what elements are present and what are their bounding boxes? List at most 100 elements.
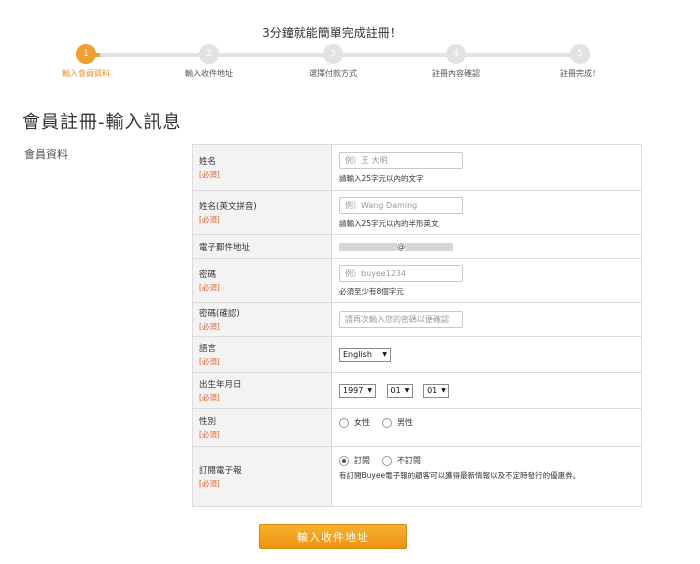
step-2: 2 輸入收件地址 [154,44,264,79]
required-mark: [必須] [199,393,220,402]
step-3: 3 選擇付款方式 [278,44,388,79]
email-label: 電子郵件地址 [199,242,251,253]
step-5-label: 註冊完成！ [560,69,600,78]
password-confirm-field-cell: 請再次輸入您的密碼以便確認 [331,302,642,337]
registration-form: 姓名 [必須] 例）王 大明 請輸入25字元以內的文字 姓名(英文拼音) [必須… [192,144,642,507]
gender-label-cell: 性別 [必須] [192,408,332,447]
password-label-cell: 密碼 [必須] [192,258,332,303]
name-label: 姓名 [199,157,217,167]
chevron-down-icon: ▼ [441,387,446,394]
next-step-button[interactable]: 輸入收件地址 [259,524,407,549]
required-mark: [必須] [199,170,220,179]
email-value: @ [339,242,634,251]
password-input[interactable]: 例）buyee1234 [339,264,463,282]
newsletter-field-cell: 訂閱 不訂閱 有訂閱Buyee電子報的顧客可以獲得最新情報以及不定時發行的優惠券… [331,446,642,507]
step-3-circle: 3 [323,44,343,64]
language-select[interactable]: English ▼ [339,347,391,362]
step-3-label: 選擇付款方式 [309,69,357,78]
steps-title: 3分鐘就能簡單完成註冊！ [262,26,402,40]
name-en-input[interactable]: 例）Wang Daming [339,196,463,214]
chevron-down-icon: ▼ [382,351,387,358]
language-select-value: English [343,350,372,359]
step-1-circle: 1 [76,44,96,64]
password-confirm-label-cell: 密碼(確認) [必須] [192,302,332,337]
language-label-cell: 語言 [必須] [192,336,332,373]
form-row-newsletter: 訂閱電子報 [必須] 訂閱 不訂閱 有訂閱Buyee電子報的顧客可以獲得最新情報… [192,446,642,507]
newsletter-unsubscribe-label[interactable]: 不訂閱 [397,455,421,466]
form-row-language: 語言 [必須] English ▼ [192,336,642,373]
form-row-birthday: 出生年月日 [必須] 1997 ▼ 01 ▼ 01 ▼ [192,372,642,409]
newsletter-label: 訂閱電子報 [199,466,242,476]
email-user-redacted [339,242,397,251]
name-label-cell: 姓名 [必須] [192,144,332,191]
required-mark: [必須] [199,215,220,224]
language-label: 語言 [199,344,217,354]
form-row-email: 電子郵件地址 @ [192,234,642,259]
required-mark: [必須] [199,283,220,292]
email-domain-redacted [405,242,453,251]
step-4: 4 註冊內容確認 [401,44,511,79]
gender-female-label[interactable]: 女性 [354,417,370,428]
email-field-cell: @ [331,234,642,259]
page-title: 會員註冊-輸入訊息 [22,112,182,133]
name-field-cell: 例）王 大明 請輸入25字元以內的文字 [331,144,642,191]
chevron-down-icon: ▼ [367,387,372,394]
password-field-cell: 例）buyee1234 必須至少有8個字元 [331,258,642,303]
name-en-hint: 請輸入25字元以內的半形英文 [339,218,439,228]
required-mark: [必須] [199,479,220,488]
step-5: 5 註冊完成！ [525,44,635,79]
birth-year-value: 1997 [343,386,364,395]
newsletter-label-cell: 訂閱電子報 [必須] [192,446,332,507]
gender-options: 女性 男性 [339,417,634,428]
step-2-circle: 2 [199,44,219,64]
name-en-label-cell: 姓名(英文拼音) [必須] [192,190,332,235]
chevron-down-icon: ▼ [404,387,410,394]
required-mark: [必須] [199,430,220,439]
required-mark: [必須] [199,322,220,331]
gender-female-radio[interactable] [339,417,349,428]
gender-male-label[interactable]: 男性 [397,417,413,428]
form-row-password: 密碼 [必須] 例）buyee1234 必須至少有8個字元 [192,258,642,303]
step-1-label: 輸入會員資料 [62,69,110,78]
newsletter-unsubscribe-radio[interactable] [382,455,392,466]
password-hint: 必須至少有8個字元 [339,286,404,296]
birthday-label: 出生年月日 [199,380,242,390]
gender-male-radio[interactable] [382,417,392,428]
language-field-cell: English ▼ [331,336,642,373]
newsletter-options: 訂閱 不訂閱 [339,455,634,466]
progress-steps: 1 輸入會員資料 2 輸入收件地址 3 選擇付款方式 4 註冊內容確認 5 註冊… [0,44,700,84]
section-label: 會員資料 [24,148,68,161]
form-row-gender: 性別 [必須] 女性 男性 [192,408,642,447]
step-1: 1 輸入會員資料 [31,44,141,79]
password-confirm-label: 密碼(確認) [199,309,240,319]
birthday-label-cell: 出生年月日 [必須] [192,372,332,409]
password-label: 密碼 [199,270,217,280]
birthday-field-cell: 1997 ▼ 01 ▼ 01 ▼ [331,372,642,409]
required-mark: [必須] [199,357,220,366]
birth-month-select[interactable]: 01 ▼ [386,383,413,398]
name-input[interactable]: 例）王 大明 [339,151,463,169]
step-4-label: 註冊內容確認 [432,69,480,78]
form-row-name: 姓名 [必須] 例）王 大明 請輸入25字元以內的文字 [192,144,642,191]
name-en-label: 姓名(英文拼音) [199,202,257,212]
gender-label: 性別 [199,417,217,427]
gender-field-cell: 女性 男性 [331,408,642,447]
newsletter-subscribe-radio[interactable] [339,455,349,466]
email-label-cell: 電子郵件地址 [192,234,332,259]
step-5-circle: 5 [570,44,590,64]
birth-day-select[interactable]: 01 ▼ [423,383,450,398]
step-4-circle: 4 [446,44,466,64]
password-confirm-input[interactable]: 請再次輸入您的密碼以便確認 [339,311,463,328]
birth-day-value: 01 [427,386,438,395]
name-hint: 請輸入25字元以內的文字 [339,173,424,183]
birth-year-select[interactable]: 1997 ▼ [339,383,376,398]
name-en-field-cell: 例）Wang Daming 請輸入25字元以內的半形英文 [331,190,642,235]
radio-selected-dot [342,458,346,463]
form-row-password-confirm: 密碼(確認) [必須] 請再次輸入您的密碼以便確認 [192,302,642,337]
newsletter-hint: 有訂閱Buyee電子報的顧客可以獲得最新情報以及不定時發行的優惠券。 [339,471,581,480]
step-2-label: 輸入收件地址 [185,69,233,78]
form-row-name-en: 姓名(英文拼音) [必須] 例）Wang Daming 請輸入25字元以內的半形… [192,190,642,235]
birth-month-value: 01 [390,386,401,395]
newsletter-subscribe-label[interactable]: 訂閱 [354,455,370,466]
email-at: @ [397,242,405,251]
